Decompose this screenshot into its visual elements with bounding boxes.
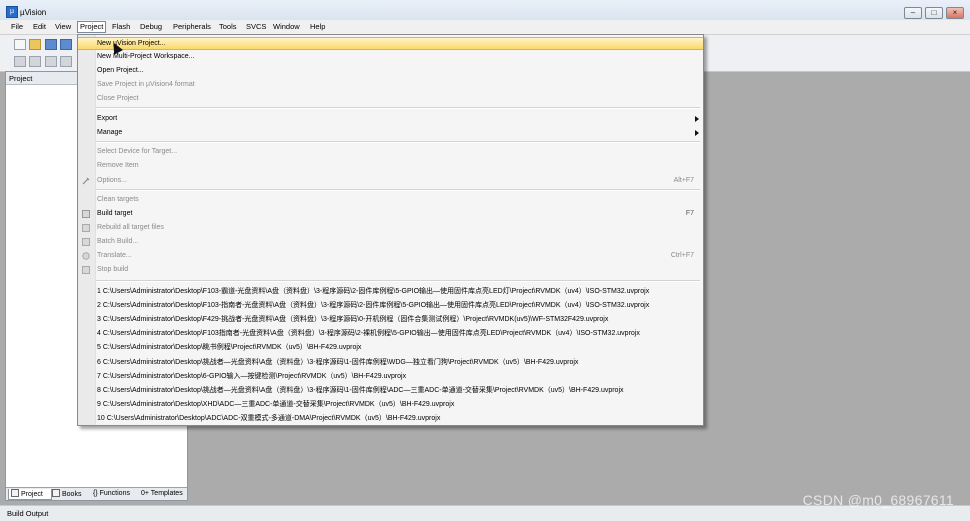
- menu-peripherals[interactable]: Peripherals: [171, 21, 213, 33]
- build-target-icon: [82, 210, 90, 218]
- menu-view[interactable]: View: [53, 21, 73, 33]
- new-file-icon[interactable]: [14, 39, 26, 50]
- menu-edit[interactable]: Edit: [31, 21, 48, 33]
- open-folder-icon[interactable]: [29, 39, 41, 50]
- menu-window[interactable]: Window: [271, 21, 302, 33]
- download-icon[interactable]: [60, 56, 72, 67]
- tab-project[interactable]: Project: [8, 489, 52, 500]
- recent-project-item[interactable]: 10 C:\Users\Administrator\Desktop\ADC\AD…: [78, 411, 703, 424]
- menu-help[interactable]: Help: [308, 21, 327, 33]
- options-wand-icon: [82, 177, 90, 185]
- submenu-arrow-icon: [695, 116, 699, 122]
- menu-item-save-uv4[interactable]: Save Project in µVision4 format: [78, 79, 703, 92]
- stop-build-icon: [82, 266, 90, 274]
- menu-tools[interactable]: Tools: [217, 21, 239, 33]
- menu-project[interactable]: Project: [77, 21, 107, 33]
- batch-build-icon: [82, 238, 90, 246]
- menu-item-build-target[interactable]: Build target F7: [78, 208, 703, 221]
- menu-item-manage[interactable]: Manage: [78, 127, 703, 140]
- project-menu-dropdown: New µVision Project... New Multi-Project…: [77, 34, 704, 426]
- menu-item-close-project[interactable]: Close Project: [78, 93, 703, 106]
- rebuild-icon: [82, 224, 90, 232]
- menu-bar: File Edit View Project Flash Debug Perip…: [0, 20, 970, 35]
- menu-item-translate[interactable]: Translate... Ctrl+F7: [78, 250, 703, 263]
- recent-project-item[interactable]: 5 C:\Users\Administrator\Desktop\眺书例程\Pr…: [78, 340, 703, 353]
- translate-icon[interactable]: [14, 56, 26, 67]
- recent-project-item[interactable]: 4 C:\Users\Administrator\Desktop\F103指南者…: [78, 326, 703, 339]
- menu-item-select-device[interactable]: Select Device for Target...: [78, 146, 703, 159]
- submenu-arrow-icon: [695, 130, 699, 136]
- recent-project-item[interactable]: 9 C:\Users\Administrator\Desktop\XHD\ADC…: [78, 397, 703, 410]
- project-pane-title: Project: [9, 74, 33, 83]
- menu-separator: [96, 107, 700, 109]
- recent-project-item[interactable]: 2 C:\Users\Administrator\Desktop\F103-指南…: [78, 298, 703, 311]
- tab-books[interactable]: Books: [50, 489, 92, 499]
- menu-separator: [96, 189, 700, 191]
- translate-icon: [82, 252, 90, 260]
- books-icon: [52, 489, 60, 497]
- tab-templates[interactable]: 0+ Templates: [139, 489, 187, 499]
- project-tab-icon: [11, 489, 19, 497]
- rebuild-icon[interactable]: [45, 56, 57, 67]
- window-title: µVision: [20, 8, 47, 17]
- menu-item-stop-build[interactable]: Stop build: [78, 264, 703, 277]
- menu-flash[interactable]: Flash: [110, 21, 132, 33]
- menu-item-new-workspace[interactable]: New Multi-Project Workspace...: [78, 51, 703, 64]
- uvision-app-icon: µ: [6, 6, 18, 18]
- recent-project-item[interactable]: 3 C:\Users\Administrator\Desktop\F429-挑战…: [78, 312, 703, 325]
- recent-project-item[interactable]: 6 C:\Users\Administrator\Desktop\挑战者—光盘资…: [78, 355, 703, 368]
- watermark: CSDN @m0_68967611: [802, 492, 954, 508]
- recent-project-item[interactable]: 8 C:\Users\Administrator\Desktop\挑战者—光盘资…: [78, 383, 703, 396]
- menu-item-batch-build[interactable]: Batch Build...: [78, 236, 703, 249]
- recent-project-item[interactable]: 1 C:\Users\Administrator\Desktop\F103-霸道…: [78, 284, 703, 297]
- close-button[interactable]: ×: [946, 7, 964, 19]
- minimize-button[interactable]: –: [904, 7, 922, 19]
- project-pane-tabs: Project Books {} Functions 0+ Templates: [6, 487, 187, 500]
- menu-item-clean-targets[interactable]: Clean targets: [78, 194, 703, 207]
- menu-item-remove-item[interactable]: Remove Item: [78, 160, 703, 173]
- save-all-icon[interactable]: [60, 39, 72, 50]
- title-bar: µ µVision – □ ×: [0, 0, 970, 21]
- menu-item-rebuild-all[interactable]: Rebuild all target files: [78, 222, 703, 235]
- maximize-button[interactable]: □: [925, 7, 943, 19]
- menu-item-options[interactable]: Options... Alt+F7: [78, 175, 703, 188]
- build-icon[interactable]: [29, 56, 41, 67]
- menu-item-new-project[interactable]: New µVision Project...: [78, 37, 703, 50]
- menu-item-open-project[interactable]: Open Project...: [78, 65, 703, 78]
- menu-separator: [96, 280, 700, 282]
- menu-item-export[interactable]: Export: [78, 113, 703, 126]
- menu-file[interactable]: File: [9, 21, 25, 33]
- tab-functions[interactable]: {} Functions: [91, 489, 141, 499]
- menu-separator: [96, 141, 700, 143]
- menu-debug[interactable]: Debug: [138, 21, 164, 33]
- recent-project-item[interactable]: 7 C:\Users\Administrator\Desktop\6-GPIO输…: [78, 369, 703, 382]
- save-icon[interactable]: [45, 39, 57, 50]
- menu-svcs[interactable]: SVCS: [244, 21, 268, 33]
- build-output-label: Build Output: [7, 509, 49, 518]
